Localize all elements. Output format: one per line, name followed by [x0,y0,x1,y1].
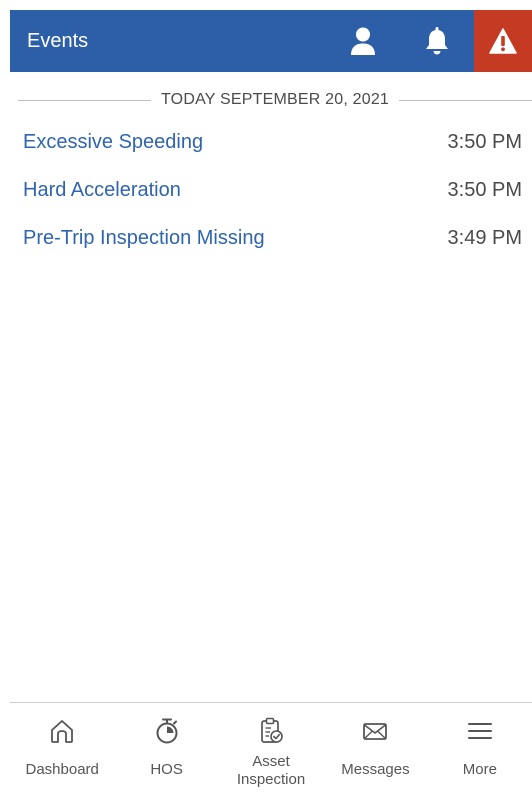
nav-hos[interactable]: HOS [114,703,218,807]
nav-more[interactable]: More [428,703,532,807]
event-title[interactable]: Excessive Speeding [23,122,203,162]
divider-line-left [18,99,151,101]
notifications-button[interactable] [412,10,462,72]
nav-label: Dashboard [25,761,99,778]
event-time: 3:50 PM [447,131,522,153]
stopwatch-icon [156,718,178,744]
top-app-bar: Events [10,10,532,72]
nav-label: Asset Inspection [236,753,306,788]
app-frame: Events TODAY SEPTEMBER 20, 2021 Excessiv… [10,10,532,807]
event-title[interactable]: Hard Acceleration [23,170,181,210]
event-list: Excessive Speeding 3:50 PM Hard Accelera… [10,122,532,266]
envelope-icon [363,723,388,740]
divider-line-right [399,99,532,101]
event-time: 3:50 PM [447,179,522,201]
clipboard-check-icon [261,717,283,743]
event-row[interactable]: Excessive Speeding 3:50 PM [10,122,532,170]
nav-label: More [462,761,497,778]
user-button[interactable] [338,10,388,72]
alert-triangle-icon [489,28,517,54]
bottom-navigation: Dashboard HOS Asset Inspection Messages … [10,702,532,807]
nav-dashboard[interactable]: Dashboard [10,703,114,807]
user-icon [351,27,375,55]
nav-messages[interactable]: Messages [323,703,427,807]
event-time: 3:49 PM [447,227,522,249]
event-row[interactable]: Hard Acceleration 3:50 PM [10,170,532,218]
event-title[interactable]: Pre-Trip Inspection Missing [23,218,265,258]
menu-icon [467,723,492,739]
page-title: Events [27,30,89,52]
nav-label: Messages [341,761,410,778]
nav-asset-inspection[interactable]: Asset Inspection [219,703,323,807]
date-divider: TODAY SEPTEMBER 20, 2021 [18,88,532,112]
home-icon [51,720,74,743]
event-row[interactable]: Pre-Trip Inspection Missing 3:49 PM [10,218,532,266]
date-label: TODAY SEPTEMBER 20, 2021 [161,91,390,108]
nav-label: HOS [150,761,183,778]
alerts-button[interactable] [474,10,532,72]
bell-icon [426,27,448,55]
